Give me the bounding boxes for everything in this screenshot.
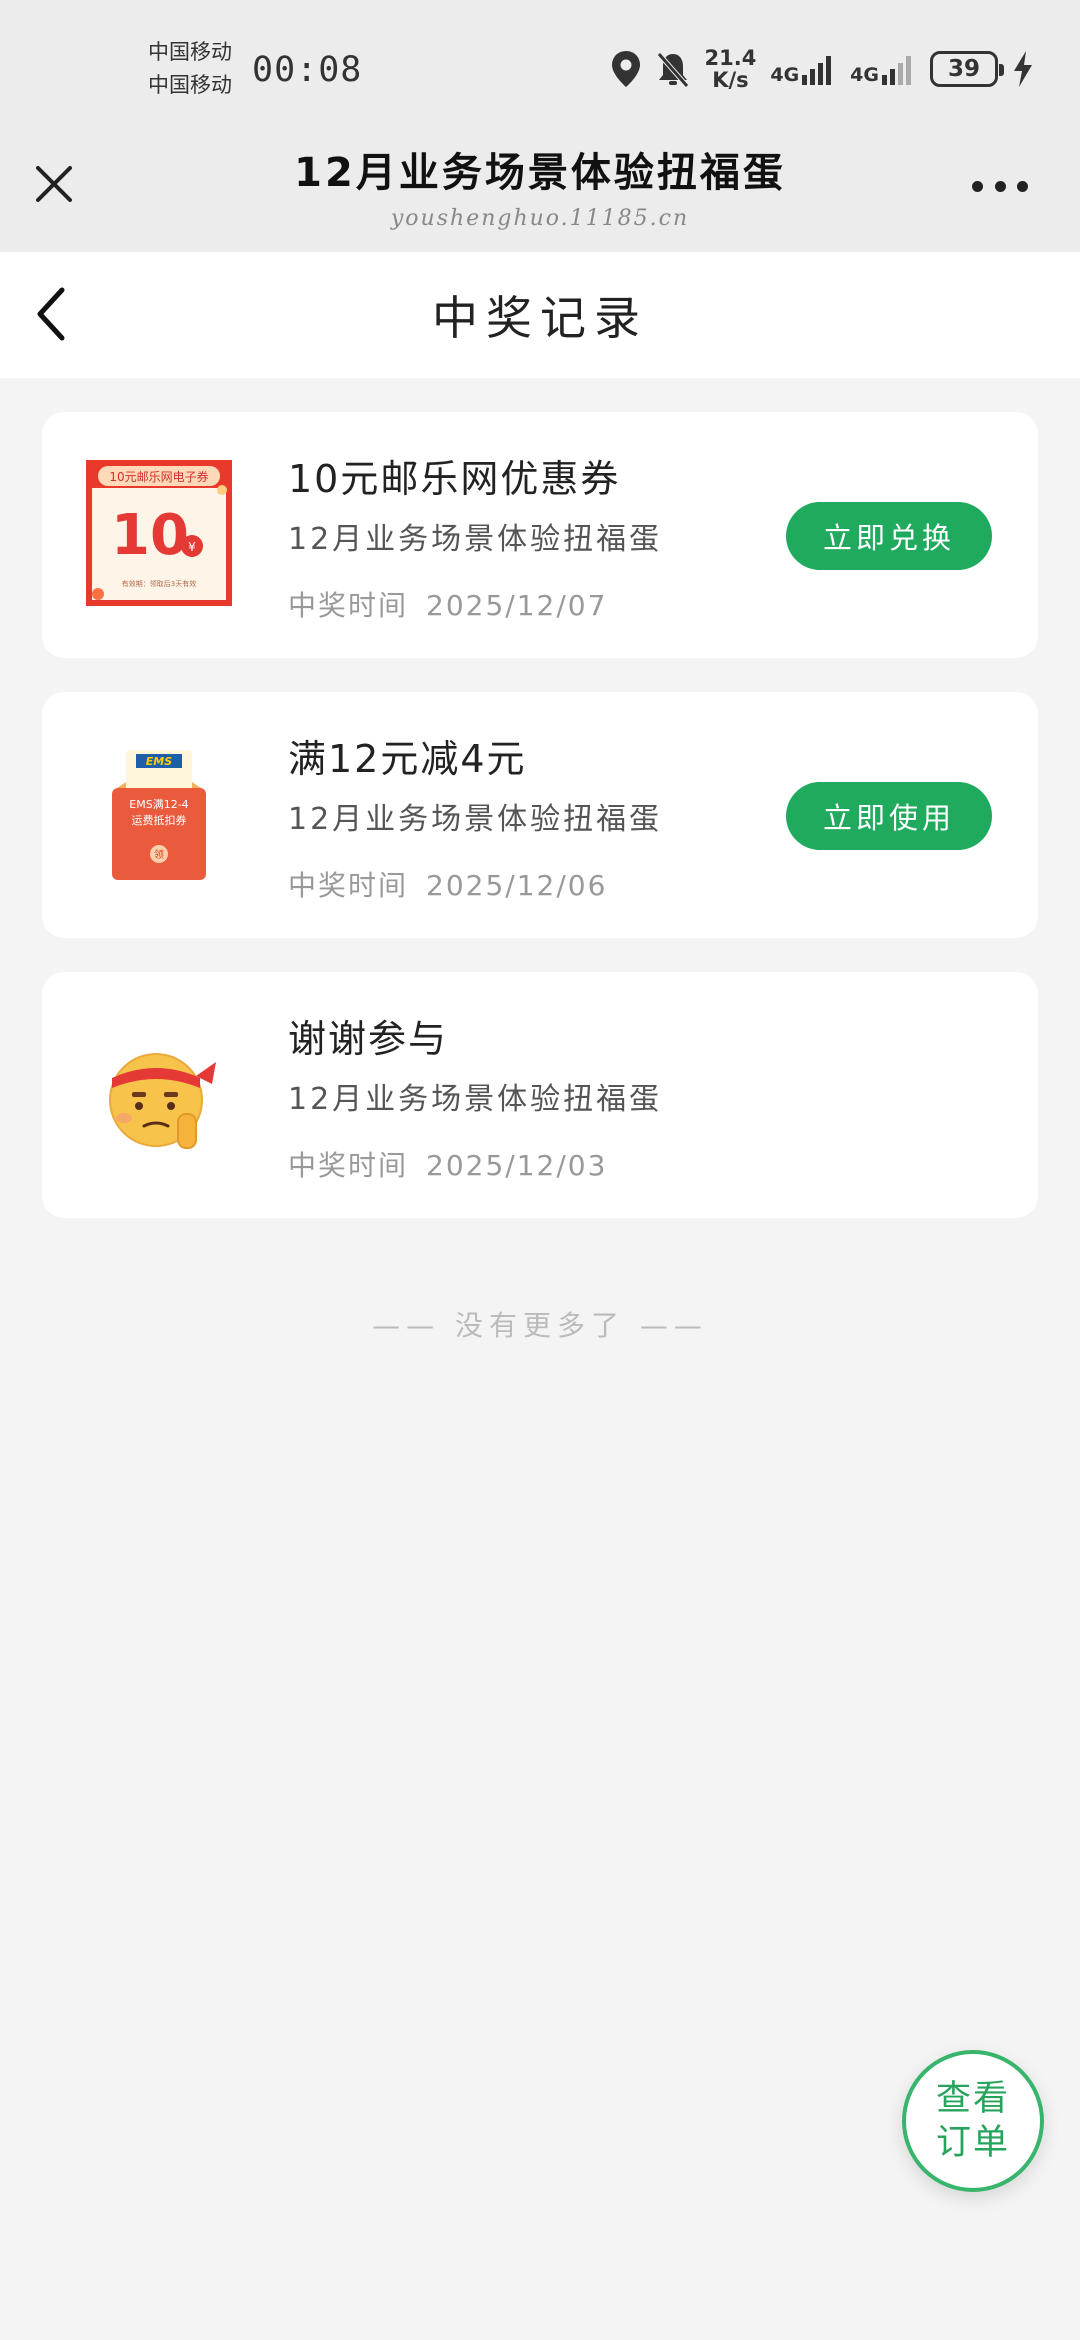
network-1-label: 4G [770, 64, 800, 86]
speed-unit: K/s [712, 68, 749, 92]
carrier-1: 中国移动 [148, 40, 232, 64]
coupon-thumbnail: 10元邮乐网电子券 10 ¥ 有效期：领取后3天有效 [86, 460, 232, 606]
record-subtitle: 12月业务场景体验扭福蛋 [288, 802, 663, 837]
network-speed: 21.4 K/s [705, 47, 757, 91]
coupon-unit: ¥ [188, 540, 196, 554]
miniprogram-title: 12月业务场景体验扭福蛋 [294, 150, 786, 196]
network-2: 4G [850, 53, 916, 85]
speed-value: 21.4 [704, 46, 757, 70]
redeem-button[interactable]: 立即兑换 [786, 502, 992, 570]
ems-line-2: 运费抵扣券 [132, 813, 187, 827]
battery-level: 39 [947, 56, 980, 82]
list-item: 10元邮乐网电子券 10 ¥ 有效期：领取后3天有效 10元邮乐网优惠券 12月… [42, 412, 1038, 658]
status-icons: 21.4 K/s 4G 4G 39 [611, 46, 1034, 92]
ems-line-1: EMS满12-4 [129, 798, 188, 811]
record-time-value: 2025/12/03 [426, 1149, 608, 1182]
record-time: 中奖时间 2025/12/07 [288, 584, 607, 624]
status-bar: 中国移动 中国移动 00:08 21.4 K/s 4G 4G 39 [0, 0, 1080, 130]
record-title: 谢谢参与 [288, 1017, 449, 1061]
signal-2-icon [882, 56, 911, 85]
thinking-face-emoji-icon [109, 1053, 216, 1149]
battery-indicator: 39 [930, 51, 1004, 87]
record-time: 中奖时间 2025/12/06 [288, 864, 607, 904]
record-time-value: 2025/12/07 [426, 589, 608, 622]
miniprogram-header: 12月业务场景体验扭福蛋 youshenghuo.11185.cn [0, 130, 1080, 252]
record-title: 满12元减4元 [288, 737, 527, 781]
view-orders-line-2: 订单 [935, 2123, 1010, 2163]
coupon-note: 有效期：领取后3天有效 [122, 579, 196, 588]
coupon-banner: 10元邮乐网电子券 [109, 469, 208, 484]
signal-1-icon [802, 56, 832, 85]
record-subtitle: 12月业务场景体验扭福蛋 [288, 522, 663, 557]
view-orders-line-1: 查看 [935, 2079, 1010, 2119]
network-1: 4G [770, 53, 836, 85]
record-time-label: 中奖时间 [288, 869, 409, 902]
status-clock: 00:08 [252, 50, 363, 90]
page-title: 中奖记录 [432, 291, 648, 345]
bell-muted-icon [656, 52, 689, 88]
use-now-button[interactable]: 立即使用 [786, 782, 992, 850]
record-title: 10元邮乐网优惠券 [288, 457, 621, 501]
list-item: 谢谢参与 12月业务场景体验扭福蛋 中奖时间 2025/12/03 [42, 972, 1038, 1218]
ems-brand: EMS [146, 755, 172, 768]
charging-bolt-icon [1014, 51, 1032, 87]
ems-seal: 领 [154, 848, 164, 861]
nav-bar: 中奖记录 [0, 252, 1080, 378]
miniprogram-url: youshenghuo.11185.cn [390, 206, 690, 231]
ems-coupon-thumbnail: EMS EMS满12-4 运费抵扣券 领 [112, 750, 206, 880]
record-subtitle: 12月业务场景体验扭福蛋 [288, 1082, 663, 1117]
more-options-icon[interactable] [972, 178, 1028, 194]
view-orders-button[interactable]: 查看 订单 [902, 2050, 1044, 2192]
network-2-label: 4G [850, 64, 879, 86]
record-time-value: 2025/12/06 [426, 869, 608, 902]
list-end-text: —— 没有更多了 —— [372, 1309, 708, 1342]
carrier-2: 中国移动 [148, 73, 232, 97]
record-time: 中奖时间 2025/12/03 [288, 1144, 607, 1184]
coupon-value: 10 [111, 503, 189, 568]
carrier-info: 中国移动 中国移动 [148, 36, 232, 102]
list-item: EMS EMS满12-4 运费抵扣券 领 满12元减4元 12月业务场景体验扭福… [42, 692, 1038, 938]
record-time-label: 中奖时间 [288, 589, 409, 622]
location-icon [611, 51, 640, 87]
prize-record-list: 10元邮乐网电子券 10 ¥ 有效期：领取后3天有效 10元邮乐网优惠券 12月… [42, 412, 1038, 1252]
record-time-label: 中奖时间 [288, 1149, 409, 1182]
